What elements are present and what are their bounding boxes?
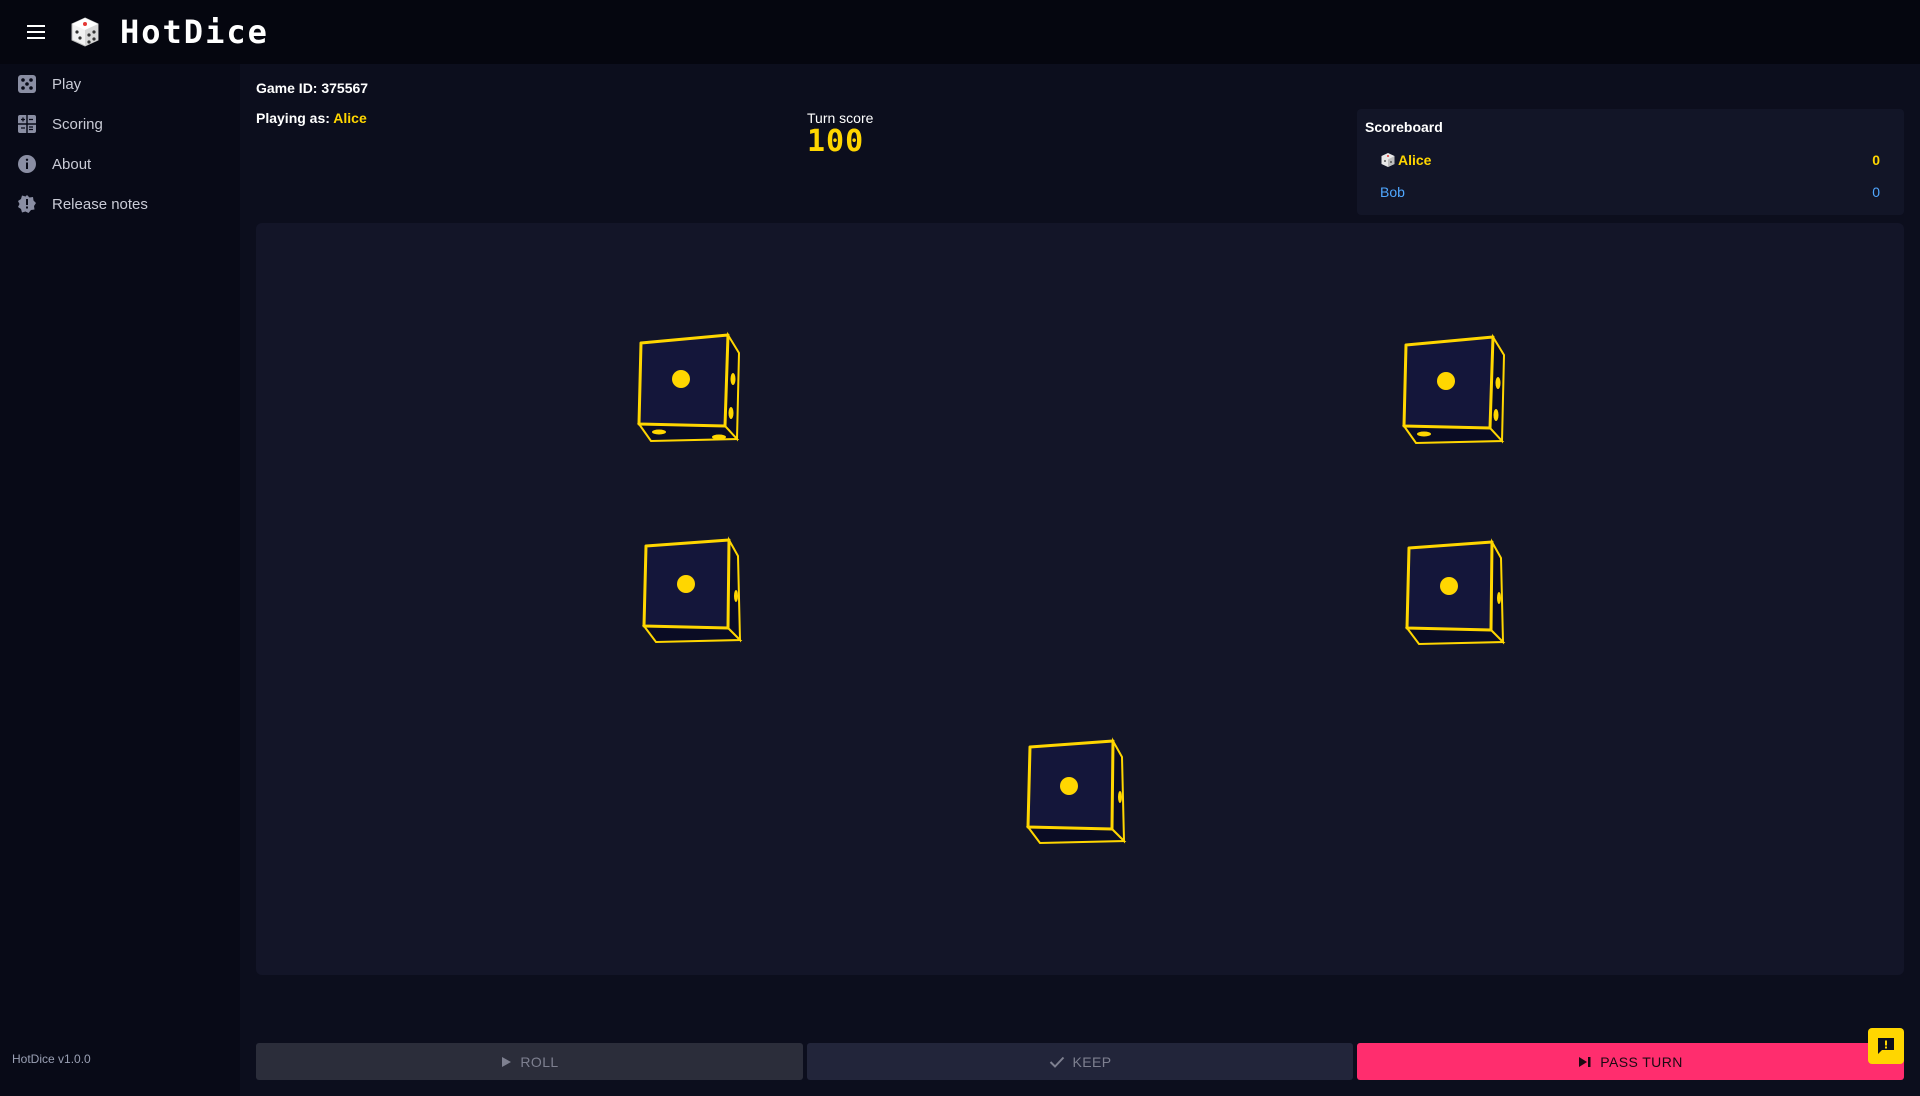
player-score: 0 bbox=[1872, 184, 1880, 200]
sidebar-item-label: Scoring bbox=[52, 115, 103, 133]
scoreboard: Scoreboard Alice 0 Bob 0 bbox=[1357, 109, 1904, 215]
die[interactable] bbox=[636, 536, 752, 652]
playing-as-name: Alice bbox=[333, 110, 367, 126]
die[interactable] bbox=[1394, 333, 1516, 455]
sidebar-item-about[interactable]: About bbox=[0, 144, 240, 184]
keep-button-label: KEEP bbox=[1072, 1053, 1112, 1070]
active-player-dice-icon bbox=[1381, 153, 1395, 167]
playing-as-label: Playing as: bbox=[256, 110, 334, 126]
check-icon bbox=[1049, 1056, 1064, 1068]
pass-turn-button-label: PASS TURN bbox=[1600, 1053, 1683, 1070]
skip-next-icon bbox=[1579, 1056, 1591, 1067]
scoreboard-title: Scoreboard bbox=[1365, 119, 1443, 135]
player-name: Alice bbox=[1398, 152, 1432, 168]
player-score: 0 bbox=[1872, 152, 1880, 168]
roll-button[interactable]: ROLL bbox=[256, 1043, 803, 1080]
game-id: Game ID: 375567 bbox=[256, 80, 369, 96]
keep-button[interactable]: KEEP bbox=[807, 1043, 1353, 1080]
sidebar-item-label: Play bbox=[52, 75, 82, 93]
dice-logo-icon bbox=[71, 17, 99, 47]
scoreboard-row: Alice 0 bbox=[1380, 150, 1880, 170]
app-bar: HotDice bbox=[0, 0, 1920, 64]
sidebar-item-label: About bbox=[52, 155, 92, 173]
die[interactable] bbox=[629, 331, 751, 453]
die[interactable] bbox=[1399, 538, 1515, 654]
dice-icon bbox=[16, 73, 38, 95]
feedback-icon[interactable] bbox=[1868, 1028, 1904, 1064]
sidebar: Play Scoring About Release notes HotDice… bbox=[0, 64, 240, 1096]
app-version: HotDice v1.0.0 bbox=[12, 1052, 91, 1066]
menu-icon[interactable] bbox=[18, 14, 54, 50]
sidebar-item-label: Release notes bbox=[52, 195, 148, 213]
playing-as: Playing as: Alice bbox=[256, 110, 367, 126]
dice-board bbox=[256, 223, 1904, 975]
pass-turn-button[interactable]: PASS TURN bbox=[1357, 1043, 1904, 1080]
badge-icon bbox=[16, 193, 38, 215]
app-title: HotDice bbox=[120, 13, 269, 51]
scoring-grid-icon bbox=[16, 113, 38, 135]
sidebar-item-release-notes[interactable]: Release notes bbox=[0, 184, 240, 224]
scoreboard-row: Bob 0 bbox=[1380, 182, 1880, 202]
turn-score-value: 100 bbox=[807, 124, 865, 159]
die[interactable] bbox=[1020, 737, 1136, 853]
roll-button-label: ROLL bbox=[520, 1053, 559, 1070]
sidebar-item-play[interactable]: Play bbox=[0, 64, 240, 104]
player-name: Bob bbox=[1380, 184, 1405, 200]
play-icon bbox=[502, 1056, 512, 1067]
info-icon bbox=[16, 153, 38, 175]
turn-score: Turn score 100 bbox=[807, 110, 873, 158]
sidebar-item-scoring[interactable]: Scoring bbox=[0, 104, 240, 144]
